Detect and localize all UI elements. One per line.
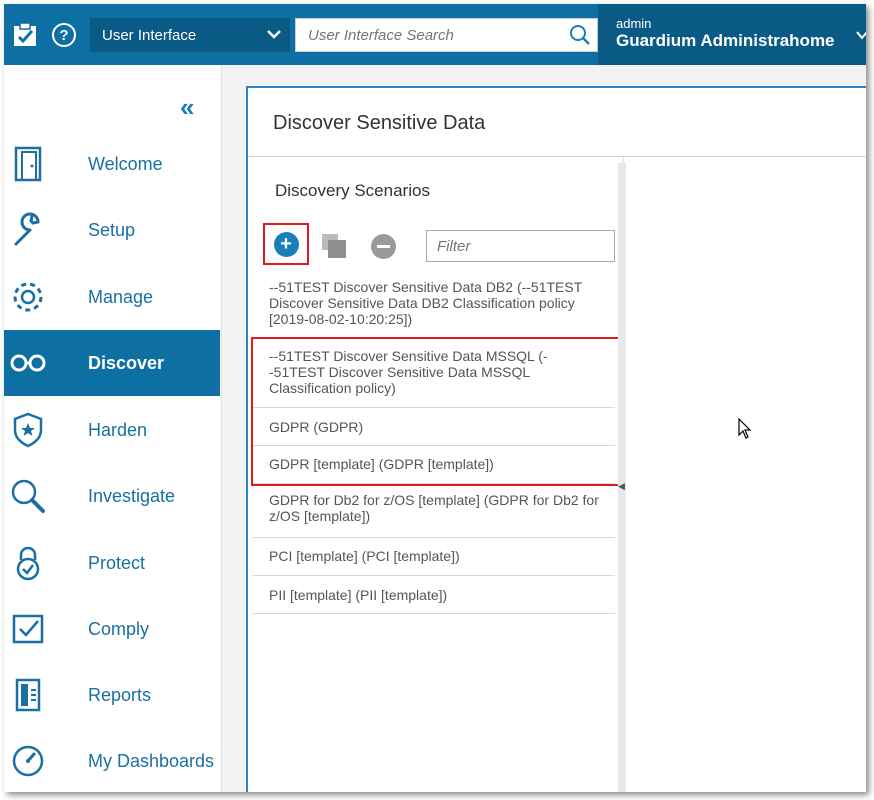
sidebar-item-reports[interactable]: Reports xyxy=(4,662,220,728)
shield-star-icon xyxy=(10,411,46,449)
lock-icon xyxy=(10,544,46,582)
collapse-sidebar-icon[interactable]: « xyxy=(180,92,195,123)
sidebar-item-manage[interactable]: Manage xyxy=(4,264,220,330)
sidebar-item-protect[interactable]: Protect xyxy=(4,530,220,596)
wrench-icon xyxy=(10,211,46,249)
sidebar-item-label: Setup xyxy=(88,219,136,240)
clipboard-check-icon[interactable] xyxy=(4,4,48,65)
scenario-list-pane: Discovery Scenarios + --51TEST Discover … xyxy=(248,157,627,792)
details-pane xyxy=(626,157,866,792)
search-icon[interactable] xyxy=(569,24,591,51)
list-item[interactable]: PCI [template] (PCI [template]) xyxy=(253,538,615,576)
sidebar-item-label: Investigate xyxy=(88,485,176,506)
add-scenario-button[interactable]: + xyxy=(273,231,299,257)
scenarios-heading: Discovery Scenarios xyxy=(275,181,430,200)
user-menu[interactable]: admin Guardium Administrahome xyxy=(598,4,866,65)
checklist-icon xyxy=(10,610,46,648)
minus-icon xyxy=(377,245,390,248)
copy-icon[interactable] xyxy=(321,233,347,259)
chevron-down-icon xyxy=(266,26,282,46)
door-icon xyxy=(10,145,46,183)
sidebar-item-label: Protect xyxy=(88,552,146,573)
pane-splitter[interactable]: ◀ xyxy=(618,163,626,792)
list-item[interactable]: GDPR for Db2 for z/OS [template] (GDPR f… xyxy=(253,484,615,538)
list-item[interactable]: --51TEST Discover Sensitive Data DB2 (--… xyxy=(253,269,615,339)
collapse-arrow-icon[interactable]: ◀ xyxy=(618,481,625,492)
chevron-down-icon xyxy=(856,28,866,46)
sidebar-item-label: Manage xyxy=(88,286,154,307)
filter-box xyxy=(426,230,615,262)
user-name: Guardium Administrahome xyxy=(616,31,835,50)
top-bar: ? User Interface admin Guardium Administ… xyxy=(4,4,866,65)
filter-input[interactable] xyxy=(427,231,607,261)
list-item[interactable]: --51TEST Discover Sensitive Data MSSQL (… xyxy=(253,339,615,408)
search-box xyxy=(295,18,598,52)
list-item[interactable]: GDPR [template] (GDPR [template]) xyxy=(253,446,615,484)
sidebar-item-label: My Dashboards xyxy=(88,750,215,771)
sidebar-item-comply[interactable]: Comply xyxy=(4,596,220,662)
dashboard-gauge-icon xyxy=(10,742,46,780)
sidebar-item-label: Comply xyxy=(88,618,150,639)
page-title: Discover Sensitive Data xyxy=(273,112,486,134)
ui-selector-value: User Interface xyxy=(102,26,197,44)
sidebar-item-my-dashboards[interactable]: My Dashboards xyxy=(4,728,220,792)
sidebar-item-label: Discover xyxy=(88,352,165,373)
mouse-cursor-icon xyxy=(738,417,752,445)
sidebar-item-investigate[interactable]: Investigate xyxy=(4,463,220,529)
user-role: admin xyxy=(616,16,652,31)
list-item[interactable]: PII [template] (PII [template]) xyxy=(253,576,615,614)
sidebar-item-discover[interactable]: Discover xyxy=(4,330,220,396)
sidebar-item-label: Reports xyxy=(88,684,152,705)
sidebar-item-harden[interactable]: Harden xyxy=(4,397,220,463)
report-icon xyxy=(10,676,46,714)
scenario-list: --51TEST Discover Sensitive Data DB2 (--… xyxy=(253,269,615,614)
app-window: ? User Interface admin Guardium Administ… xyxy=(4,4,866,792)
search-input[interactable] xyxy=(296,19,556,51)
list-item[interactable]: GDPR (GDPR) xyxy=(253,408,615,446)
sidebar-item-setup[interactable]: Setup xyxy=(4,197,220,263)
sidebar-item-label: Welcome xyxy=(88,153,163,174)
sidebar-item-welcome[interactable]: Welcome xyxy=(4,131,220,197)
glasses-icon xyxy=(10,344,46,382)
discover-panel: Discover Sensitive Data Discovery Scenar… xyxy=(246,86,866,792)
magnifier-icon xyxy=(10,477,46,515)
remove-scenario-button[interactable] xyxy=(371,234,396,259)
sidebar-item-label: Harden xyxy=(88,419,148,440)
add-scenario-highlight: + xyxy=(263,223,309,265)
sidebar: « Welcome Setup Manage Discover Harden I… xyxy=(4,65,222,792)
ui-selector[interactable]: User Interface xyxy=(90,18,290,52)
help-icon[interactable]: ? xyxy=(52,23,76,47)
gear-icon xyxy=(10,278,46,316)
